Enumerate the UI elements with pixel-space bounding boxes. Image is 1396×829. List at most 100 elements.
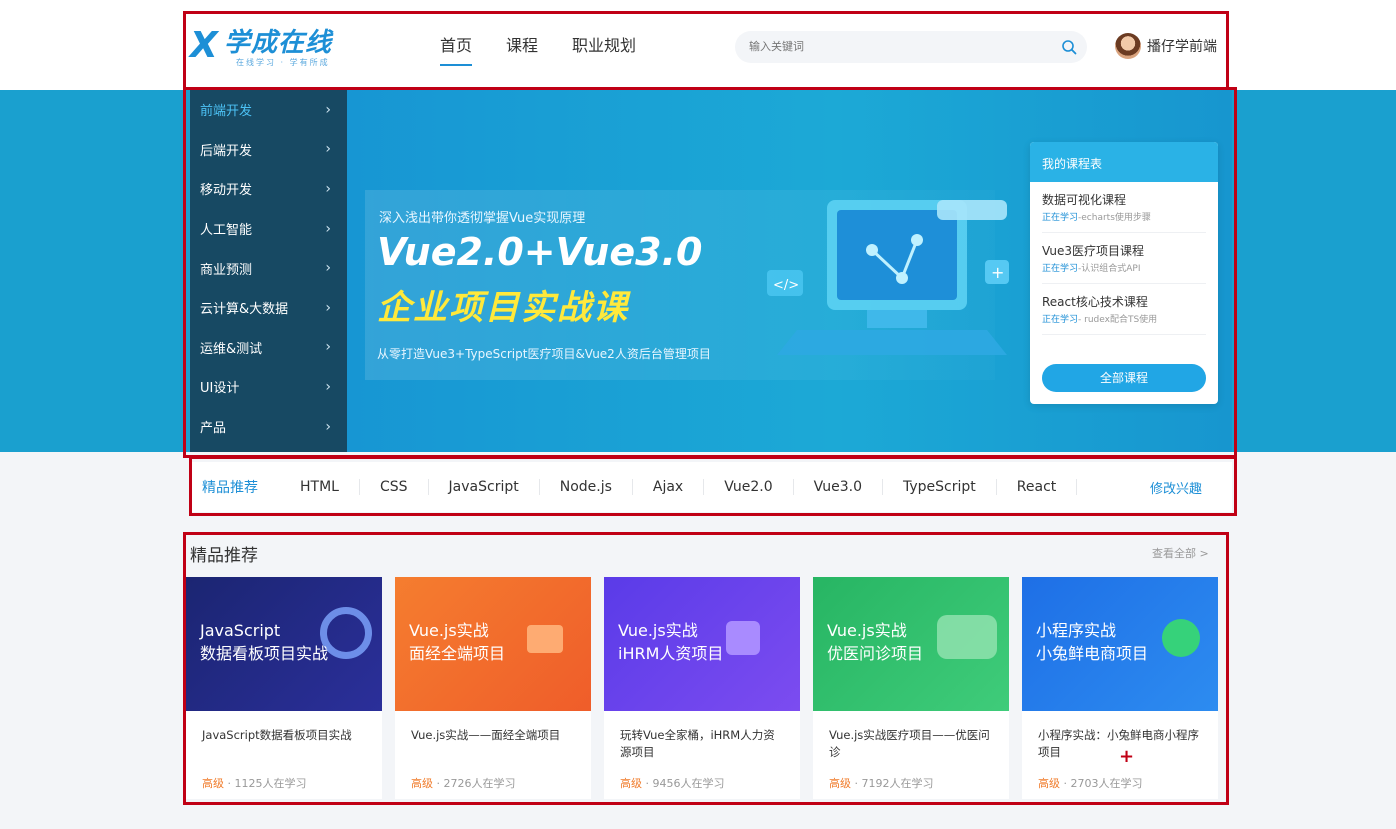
schedule-item-detail: -认识组合式API — [1078, 264, 1141, 274]
category-item-mobile[interactable]: 移动开发 › — [190, 169, 347, 209]
course-card[interactable]: Vue.js实战 面经全端项目 Vue.js实战——面经全端项目 高级 · 272… — [395, 577, 591, 799]
my-schedule-card: 我的课程表 数据可视化课程 正在学习-echarts使用步骤 Vue3医疗项目课… — [1030, 142, 1218, 404]
vue-logo-icon — [937, 615, 997, 659]
thumbnail-caption: Vue.js实战 优医问诊项目 — [827, 619, 923, 665]
hero-slide[interactable]: 深入浅出带你透彻掌握Vue实现原理 Vue2.0+Vue3.0 企业项目实战课 … — [347, 90, 1232, 452]
schedule-item[interactable]: Vue3医疗项目课程 正在学习-认识组合式API — [1042, 233, 1206, 284]
caption-line: Vue.js实战 — [618, 621, 698, 640]
course-name[interactable]: Vue.js实战——面经全端项目 — [411, 727, 577, 744]
course-learners: 2726人在学习 — [443, 777, 516, 790]
tag-typescript[interactable]: TypeScript — [883, 479, 997, 495]
category-item-ui[interactable]: UI设计 › — [190, 367, 347, 407]
chevron-right-icon: › — [325, 418, 331, 435]
category-label: 后端开发 — [200, 143, 253, 159]
course-thumbnail: 小程序实战 小兔鲜电商项目 — [1022, 577, 1218, 711]
category-item-business[interactable]: 商业预测 › — [190, 248, 347, 288]
caption-line: JavaScript — [200, 621, 281, 640]
chevron-right-icon: › — [325, 101, 331, 118]
hero-subtitle: 深入浅出带你透彻掌握Vue实现原理 — [379, 211, 586, 226]
course-thumbnail: Vue.js实战 面经全端项目 — [395, 577, 591, 711]
search-icon[interactable] — [1061, 39, 1077, 55]
section-title: 精品推荐 — [190, 546, 258, 566]
course-level: 高级 — [202, 777, 224, 790]
tag-react[interactable]: React — [997, 479, 1078, 495]
caption-line: 面经全端项目 — [409, 644, 506, 663]
course-card[interactable]: Vue.js实战 优医问诊项目 Vue.js实战医疗项目——优医问诊 高级 · 7… — [813, 577, 1009, 799]
course-learners: 9456人在学习 — [652, 777, 725, 790]
category-item-cloud[interactable]: 云计算&大数据 › — [190, 288, 347, 328]
svg-text:+: + — [991, 263, 1004, 282]
tag-javascript[interactable]: JavaScript — [429, 479, 540, 495]
search-box — [735, 31, 1087, 63]
tag-vue2[interactable]: Vue2.0 — [704, 479, 794, 495]
schedule-title: 我的课程表 — [1030, 142, 1218, 182]
category-item-ops[interactable]: 运维&测试 › — [190, 328, 347, 368]
schedule-item[interactable]: 数据可视化课程 正在学习-echarts使用步骤 — [1042, 182, 1206, 233]
hero-title-secondary: 企业项目实战课 — [377, 288, 629, 328]
search-input[interactable] — [749, 38, 1049, 56]
tagbar-label: 精品推荐 — [202, 480, 258, 496]
course-meta: 高级 · 2726人在学习 — [411, 777, 516, 790]
chevron-right-icon: › — [325, 220, 331, 237]
interest-tag-bar: 精品推荐 HTML CSS JavaScript Node.js Ajax Vu… — [192, 462, 1232, 512]
category-label: UI设计 — [200, 381, 240, 397]
schedule-item-name: Vue3医疗项目课程 — [1042, 244, 1145, 258]
all-courses-button[interactable]: 全部课程 — [1042, 364, 1206, 392]
course-card[interactable]: Vue.js实战 iHRM人资项目 玩转Vue全家桶，iHRM人力资源项目 高级 … — [604, 577, 800, 799]
course-meta: 高级 · 9456人在学习 — [620, 777, 725, 790]
main-nav: 首页 课程 职业规划 — [440, 34, 670, 66]
chevron-right-icon: › — [325, 299, 331, 316]
schedule-item-status: 正在学习 — [1042, 264, 1079, 274]
course-name[interactable]: 玩转Vue全家桶，iHRM人力资源项目 — [620, 727, 786, 761]
category-sidebar: 前端开发 › 后端开发 › 移动开发 › 人工智能 › 商业预测 › 云计算&大… — [190, 90, 347, 452]
schedule-item-progress: 正在学习- rudex配合TS使用 — [1042, 313, 1206, 327]
category-item-ai[interactable]: 人工智能 › — [190, 209, 347, 249]
course-level: 高级 — [620, 777, 642, 790]
course-thumbnail: JavaScript 数据看板项目实战 — [186, 577, 382, 711]
user-menu[interactable]: 播仔学前端 — [1115, 33, 1217, 59]
course-card-list: JavaScript 数据看板项目实战 JavaScript数据看板项目实战 高级… — [186, 577, 1226, 799]
course-learners: 7192人在学习 — [861, 777, 934, 790]
chevron-right-icon: › — [325, 378, 331, 395]
briefcase-icon — [527, 625, 563, 653]
schedule-item[interactable]: React核心技术课程 正在学习- rudex配合TS使用 — [1042, 284, 1206, 335]
tag-css[interactable]: CSS — [360, 479, 429, 495]
category-item-frontend[interactable]: 前端开发 › — [190, 90, 347, 130]
chevron-right-icon: › — [325, 180, 331, 197]
computer-illustration: </> + — [767, 200, 1009, 355]
svg-text:</>: </> — [773, 278, 799, 293]
caption-line: iHRM人资项目 — [618, 644, 724, 663]
course-meta: 高级 · 1125人在学习 — [202, 777, 307, 790]
course-level: 高级 — [1038, 777, 1060, 790]
edit-interests-link[interactable]: 修改兴趣 — [1150, 478, 1202, 497]
category-label: 运维&测试 — [200, 341, 263, 357]
category-item-product[interactable]: 产品 › — [190, 407, 347, 447]
course-name[interactable]: JavaScript数据看板项目实战 — [202, 727, 368, 744]
nav-courses[interactable]: 课程 — [506, 34, 538, 66]
tag-html[interactable]: HTML — [280, 479, 360, 495]
schedule-item-name: 数据可视化课程 — [1042, 193, 1127, 207]
hero-title: Vue2.0+Vue3.0 — [377, 230, 703, 274]
course-meta: 高级 · 7192人在学习 — [829, 777, 934, 790]
course-thumbnail: Vue.js实战 iHRM人资项目 — [604, 577, 800, 711]
course-name[interactable]: Vue.js实战医疗项目——优医问诊 — [829, 727, 995, 761]
course-level: 高级 — [411, 777, 433, 790]
tag-ajax[interactable]: Ajax — [633, 479, 705, 495]
course-learners: 2703人在学习 — [1070, 777, 1143, 790]
course-card[interactable]: JavaScript 数据看板项目实战 JavaScript数据看板项目实战 高级… — [186, 577, 382, 799]
tag-vue3[interactable]: Vue3.0 — [794, 479, 884, 495]
nav-home[interactable]: 首页 — [440, 34, 473, 66]
schedule-item-status: 正在学习 — [1042, 315, 1079, 325]
view-all-link[interactable]: 查看全部 > — [1152, 545, 1209, 561]
logo[interactable]: X 学成在线 在线学习 · 学有所成 — [190, 26, 355, 68]
thumbnail-caption: Vue.js实战 面经全端项目 — [409, 619, 505, 665]
chevron-right-icon: › — [325, 339, 331, 356]
schedule-item-detail: -echarts使用步骤 — [1078, 213, 1151, 223]
nav-career[interactable]: 职业规划 — [572, 34, 636, 66]
user-name[interactable]: 播仔学前端 — [1147, 36, 1217, 56]
avatar[interactable] — [1115, 33, 1141, 59]
category-item-backend[interactable]: 后端开发 › — [190, 130, 347, 170]
category-label: 前端开发 — [200, 104, 253, 120]
tag-nodejs[interactable]: Node.js — [540, 479, 633, 495]
hero-description: 从零打造Vue3+TypeScript医疗项目&Vue2人资后台管理项目 — [377, 347, 711, 361]
